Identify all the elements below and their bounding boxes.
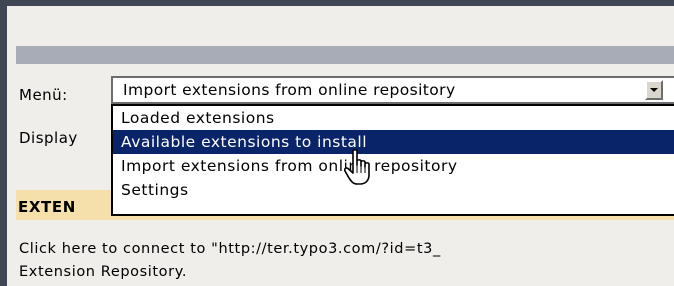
dropdown-arrow-button[interactable]	[645, 80, 663, 100]
menu-dropdown-list: Loaded extensions Available extensions t…	[111, 104, 674, 216]
option-settings[interactable]: Settings	[113, 178, 674, 202]
section-title: EXTEN	[18, 198, 76, 216]
menu-label: Menü:	[19, 86, 68, 104]
hand-pointer-icon	[344, 149, 370, 185]
option-available-extensions[interactable]: Available extensions to install	[113, 130, 674, 154]
option-import-extensions[interactable]: Import extensions from online repository	[113, 154, 674, 178]
menu-select[interactable]: Import extensions from online repository	[111, 76, 674, 104]
display-label: Display	[19, 129, 78, 147]
connect-link-text[interactable]: Click here to connect to "http://ter.typ…	[19, 241, 441, 257]
repository-text: Extension Repository.	[19, 264, 188, 280]
top-bar	[16, 46, 674, 64]
menu-selected-value: Import extensions from online repository	[123, 81, 456, 99]
chevron-down-icon	[650, 88, 658, 92]
option-loaded-extensions[interactable]: Loaded extensions	[113, 106, 674, 130]
typo3-backend-frame: Menü: Import extensions from online repo…	[0, 0, 674, 286]
